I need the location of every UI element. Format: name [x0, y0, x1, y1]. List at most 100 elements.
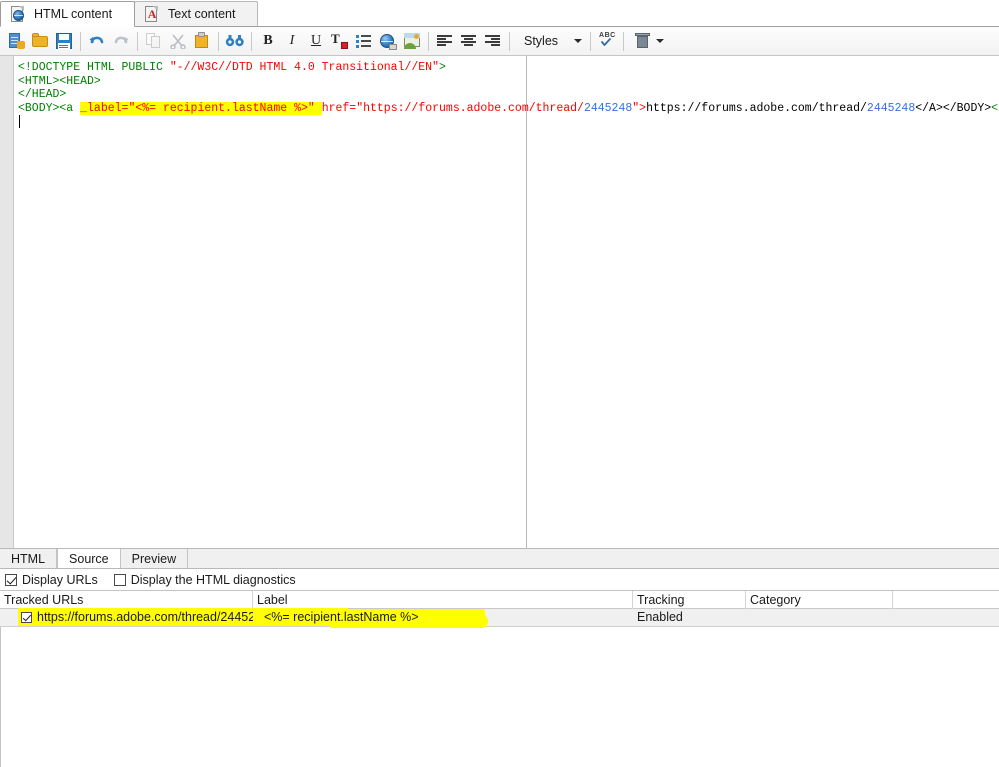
editor-toolbar: B I U T Styles ABC	[0, 27, 999, 56]
html-page-icon	[10, 5, 26, 23]
code-token: <HTML><HEAD>	[18, 74, 101, 88]
editor-line: <HTML><HEAD>	[18, 75, 999, 89]
insert-image-icon[interactable]	[400, 30, 424, 53]
tab-source[interactable]: Source	[57, 549, 121, 568]
tab-preview[interactable]: Preview	[121, 549, 189, 568]
find-binoculars-icon[interactable]	[223, 30, 247, 53]
styles-dropdown[interactable]: Styles	[514, 30, 586, 52]
align-left-icon[interactable]	[433, 30, 457, 53]
personalization-dropdown-icon[interactable]	[628, 30, 668, 52]
align-center-icon[interactable]	[457, 30, 481, 53]
chevron-down-icon	[574, 39, 583, 43]
tab-text-content[interactable]: A Text content	[134, 1, 259, 27]
tracked-urls-table: Tracked URLs Label Tracking Category htt…	[0, 590, 999, 767]
editor-line: </HEAD>	[18, 88, 999, 102]
code-token: _label=	[80, 101, 129, 115]
column-header-blank[interactable]	[893, 591, 998, 609]
bold-icon[interactable]: B	[256, 30, 280, 53]
editor-gutter	[0, 56, 14, 548]
tabs-filler	[188, 549, 999, 568]
editor-code-text[interactable]: <!DOCTYPE HTML PUBLIC "-//W3C//DTD HTML …	[18, 61, 999, 115]
tab-source-label: Source	[69, 551, 109, 566]
tab-html-content[interactable]: HTML content	[0, 1, 136, 27]
column-header-tracking[interactable]: Tracking	[633, 590, 746, 609]
insert-link-icon[interactable]	[376, 30, 400, 53]
undo-icon[interactable]	[85, 30, 109, 53]
text-page-icon: A	[144, 5, 160, 23]
paste-icon[interactable]	[190, 30, 214, 53]
table-row[interactable]: https://forums.adobe.com/thread/2445248 …	[0, 608, 999, 628]
toolbar-separator	[428, 31, 429, 51]
tab-html[interactable]: HTML	[0, 549, 58, 568]
code-token: <BODY><a	[18, 101, 81, 115]
chevron-down-icon	[656, 39, 665, 43]
code-token: "https://forums.adobe.com/thread/	[356, 101, 584, 115]
text-color-icon[interactable]: T	[328, 30, 352, 53]
column-header-label[interactable]: Label	[253, 590, 633, 609]
code-token: ">	[632, 101, 647, 115]
code-token: 2445248	[866, 101, 916, 115]
text-caret	[19, 115, 20, 128]
code-token: <!DOCTYPE HTML PUBLIC	[18, 61, 170, 74]
display-html-diagnostics-label: Display the HTML diagnostics	[130, 572, 296, 587]
editor-line: <BODY><a _label="<%= recipient.lastName …	[18, 101, 999, 116]
table-cell-category[interactable]	[746, 609, 893, 626]
source-code-editor[interactable]: <!DOCTYPE HTML PUBLIC "-//W3C//DTD HTML …	[0, 56, 999, 549]
underline-glyph: U	[310, 33, 322, 48]
editor-line: <!DOCTYPE HTML PUBLIC "-//W3C//DTD HTML …	[18, 61, 999, 75]
styles-dropdown-label: Styles	[524, 34, 559, 48]
underline-icon[interactable]: U	[304, 30, 328, 53]
redo-icon[interactable]	[109, 30, 133, 53]
column-header-tracked-urls[interactable]: Tracked URLs	[0, 590, 253, 609]
copy-icon	[142, 30, 166, 53]
save-icon[interactable]	[52, 30, 76, 53]
toolbar-separator	[509, 31, 510, 51]
italic-glyph: I	[289, 33, 295, 48]
tab-preview-label: Preview	[131, 551, 177, 566]
table-cell-url-text: https://forums.adobe.com/thread/2445248	[37, 610, 253, 624]
editor-margin-line	[526, 56, 527, 548]
checkbox-icon	[113, 573, 126, 586]
code-token: >	[438, 61, 446, 74]
align-right-icon[interactable]	[481, 30, 505, 53]
italic-icon[interactable]: I	[280, 30, 304, 53]
code-token: "-//W3C//DTD HTML 4.0 Transitional//EN"	[169, 61, 439, 74]
code-token: href=	[321, 101, 357, 115]
text-color-glyph: T	[331, 31, 340, 46]
toolbar-separator	[80, 31, 81, 51]
tab-html-label: HTML	[11, 551, 46, 566]
code-token: 2445248	[583, 101, 633, 115]
row-checkbox-icon[interactable]	[21, 612, 32, 623]
toolbar-separator	[590, 31, 592, 51]
toolbar-separator	[251, 31, 252, 51]
table-cell-label[interactable]: <%= recipient.lastName %>	[253, 609, 633, 626]
display-urls-checkbox[interactable]: Display URLs	[5, 573, 98, 587]
code-token: </A></BODY>	[915, 101, 992, 115]
display-urls-label: Display URLs	[22, 572, 98, 587]
toolbar-separator	[218, 31, 219, 51]
bold-glyph: B	[263, 33, 273, 48]
new-document-icon[interactable]	[4, 30, 28, 53]
code-token: "<%= recipient.lastName %>"	[128, 101, 315, 115]
column-header-category[interactable]: Category	[746, 590, 893, 609]
table-cell-blank[interactable]	[893, 609, 998, 626]
table-row-divider	[0, 626, 999, 627]
display-html-diagnostics-checkbox[interactable]: Display the HTML diagnostics	[113, 572, 296, 587]
table-cell-tracking[interactable]: Enabled	[633, 609, 746, 626]
table-header-row: Tracked URLs Label Tracking Category	[0, 590, 999, 609]
bulleted-list-icon[interactable]	[352, 30, 376, 53]
display-options-row: Display URLs Display the HTML diagnostic…	[0, 569, 999, 591]
spellcheck-icon[interactable]: ABC	[595, 30, 619, 53]
table-cell-url[interactable]: https://forums.adobe.com/thread/2445248	[0, 609, 253, 626]
tab-text-content-label: Text content	[168, 7, 236, 21]
tab-html-content-label: HTML content	[34, 7, 113, 21]
checkbox-icon	[5, 573, 17, 586]
cut-icon	[166, 30, 190, 53]
code-token: </HEAD>	[18, 88, 67, 101]
code-token: </HTML>	[991, 101, 999, 115]
view-mode-tabs: HTML Source Preview	[0, 549, 999, 569]
open-folder-icon[interactable]	[28, 30, 52, 53]
code-token	[314, 101, 322, 115]
toolbar-separator	[137, 31, 138, 51]
content-tabs: HTML content A Text content	[0, 0, 999, 27]
